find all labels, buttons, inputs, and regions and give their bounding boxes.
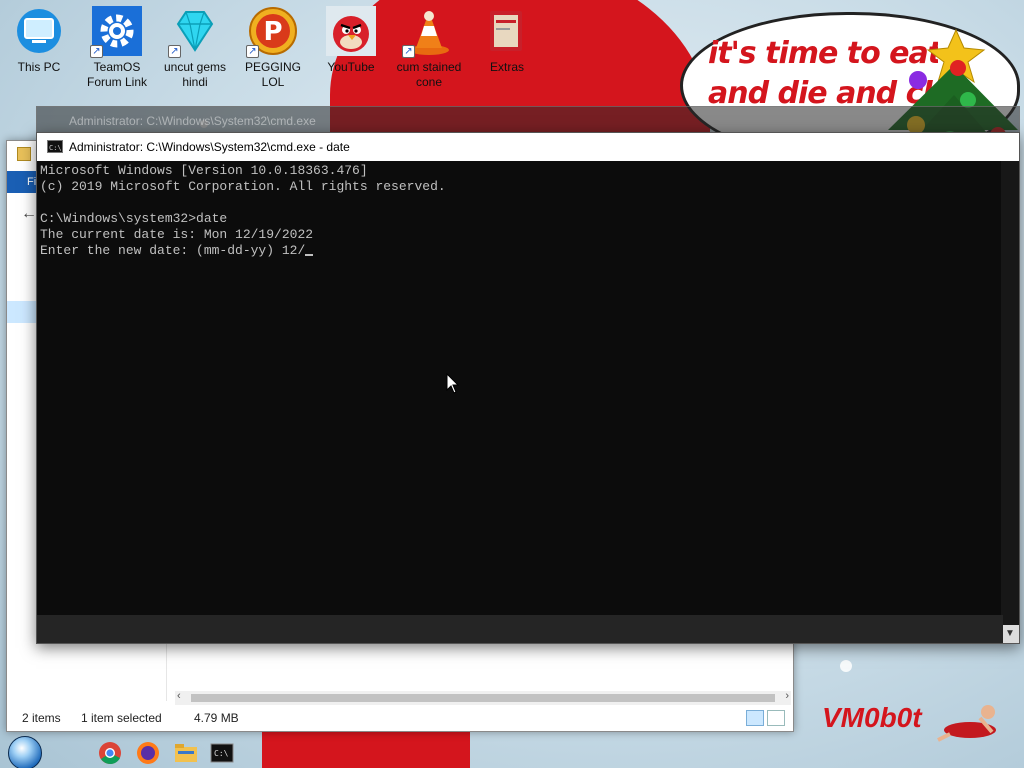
angry-bird-icon — [333, 16, 369, 52]
svg-text:C:\: C:\ — [214, 749, 229, 758]
status-item-count: 2 items — [22, 711, 61, 725]
scroll-left-icon[interactable]: ‹ — [177, 690, 181, 702]
scrollbar-thumb[interactable] — [191, 694, 775, 702]
console-line: C:\Windows\system32>date — [40, 211, 228, 226]
desktop-icon-uncut-gems[interactable]: ↗ uncut gems hindi — [156, 4, 234, 90]
cmd-footer — [37, 615, 1003, 643]
monitor-icon — [17, 9, 61, 53]
console-line: Microsoft Windows [Version 10.0.18363.47… — [40, 163, 368, 178]
desktop-icon-label: uncut gems hindi — [163, 60, 227, 89]
scroll-down-icon[interactable]: ▼ — [1001, 625, 1019, 643]
back-arrow-icon[interactable]: ← — [21, 205, 37, 223]
shortcut-arrow-icon: ↗ — [402, 45, 415, 58]
cmd-vertical-scrollbar[interactable]: ▼ — [1001, 161, 1019, 643]
brand-text: VM0b0t — [822, 702, 922, 733]
status-size: 4.79 MB — [194, 711, 239, 725]
desktop-icon-label: cum stained cone — [396, 60, 462, 89]
ribbon-file-tab[interactable]: Fi — [7, 171, 37, 193]
firefox-icon[interactable] — [134, 740, 162, 766]
cmd-window[interactable]: Administrator: C:\Windows\System32\cmd.e… — [36, 132, 1020, 644]
desktop-icon-extras[interactable]: Extras — [468, 4, 546, 75]
svg-text:P: P — [263, 17, 282, 47]
folder-icon — [17, 147, 31, 161]
desktop-icon-label: TeamOS Forum Link — [86, 60, 148, 89]
cmd-taskbar-icon[interactable]: C:\ — [208, 740, 236, 766]
status-selected: 1 item selected — [81, 711, 162, 725]
desktop-icon-cone[interactable]: ↗ cum stained cone — [390, 4, 468, 90]
desktop-icon-this-pc[interactable]: This PC — [0, 4, 78, 75]
desktop-icon-teamos[interactable]: ↗ TeamOS Forum Link — [78, 4, 156, 90]
ghost-title: Administrator: C:\Windows\System32\cmd.e… — [69, 114, 316, 128]
santa-body — [262, 732, 470, 768]
chrome-icon[interactable] — [96, 740, 124, 766]
console-line: (c) 2019 Microsoft Corporation. All righ… — [40, 179, 446, 194]
book-icon — [490, 11, 522, 51]
shortcut-arrow-icon: ↗ — [246, 45, 259, 58]
cmd-console-output[interactable]: Microsoft Windows [Version 10.0.18363.47… — [40, 163, 999, 613]
cmd-titlebar[interactable]: Administrator: C:\Windows\System32\cmd.e… — [37, 133, 1019, 162]
desktop-icon-pegging-lol[interactable]: P ↗ PEGGING LOL — [234, 4, 312, 90]
cmd-icon — [47, 134, 63, 162]
details-view-icon[interactable] — [746, 710, 764, 726]
text-cursor — [305, 254, 314, 256]
start-button[interactable] — [8, 736, 42, 768]
console-line: The current date is: Mon 12/19/2022 — [40, 227, 314, 242]
cmd-window-title: Administrator: C:\Windows\System32\cmd.e… — [69, 140, 350, 154]
reclining-figure-icon — [937, 705, 996, 742]
desktop-icon-label: Extras — [489, 60, 524, 74]
desktop-icon-youtube[interactable]: YouTube — [312, 4, 390, 75]
file-explorer-icon[interactable] — [172, 740, 200, 766]
mouse-pointer-icon — [446, 373, 460, 394]
shortcut-arrow-icon: ↗ — [90, 45, 103, 58]
desktop-icon-label: This PC — [17, 60, 61, 74]
scroll-right-icon[interactable]: › — [785, 690, 789, 702]
desktop-icon-label: YouTube — [327, 60, 375, 74]
large-icons-view-icon[interactable] — [767, 710, 785, 726]
shortcut-arrow-icon: ↗ — [168, 45, 181, 58]
desktop-icon-label: PEGGING LOL — [244, 60, 301, 89]
console-prompt-line[interactable]: Enter the new date: (mm-dd-yy) 12/ — [40, 243, 305, 258]
status-bar: 2 items 1 item selected 4.79 MB — [7, 705, 793, 731]
horizontal-scrollbar[interactable]: ‹ › — [175, 690, 791, 705]
